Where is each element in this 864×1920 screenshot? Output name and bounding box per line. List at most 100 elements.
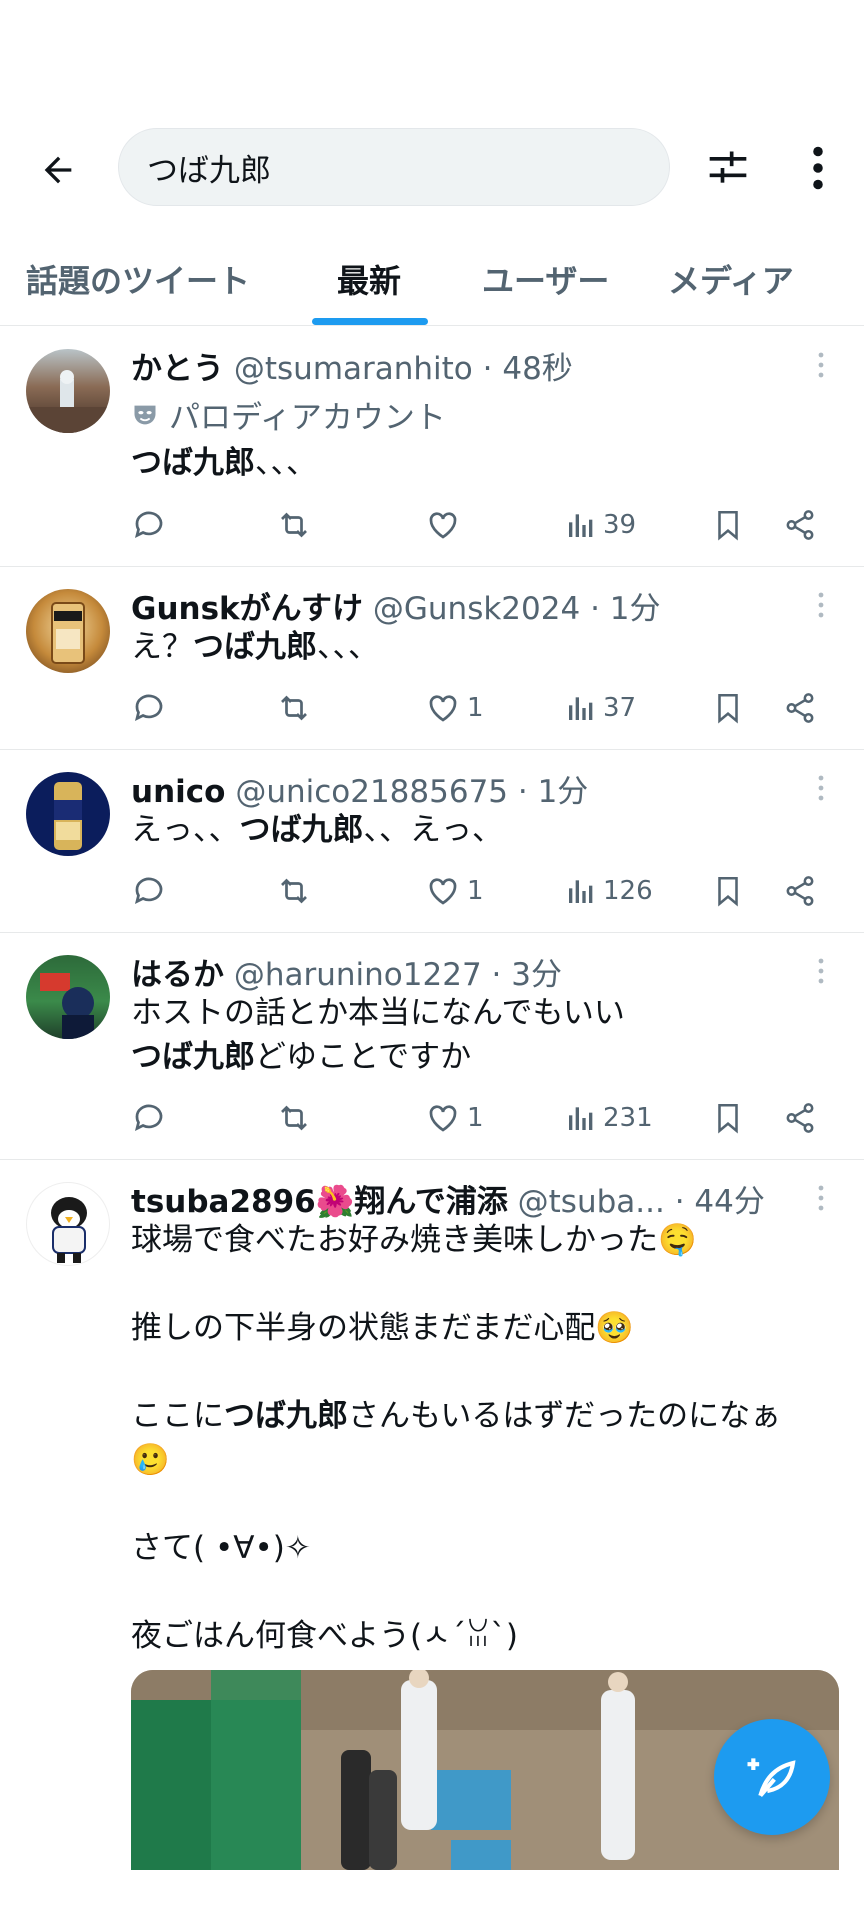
back-button[interactable]	[30, 142, 86, 198]
avatar[interactable]	[26, 955, 110, 1039]
user-handle[interactable]: @Gunsk2024	[373, 591, 580, 627]
retweet-button[interactable]	[275, 869, 313, 913]
bookmark-button[interactable]	[711, 503, 745, 547]
views-button[interactable]: 126	[565, 869, 653, 913]
tweet[interactable]: unico @unico21885675 · 1分 えっ、、つば九郎、、えっ、 …	[0, 750, 864, 933]
search-filter-button[interactable]	[700, 140, 756, 196]
highlighted-keyword: つば九郎	[193, 629, 317, 665]
share-button[interactable]	[783, 1096, 817, 1140]
tweet-more-button[interactable]	[806, 951, 836, 991]
like-button[interactable]: 1	[425, 686, 484, 730]
highlighted-keyword: つば九郎	[224, 1398, 348, 1434]
share-icon	[786, 876, 814, 906]
views-button[interactable]: 37	[565, 686, 636, 730]
view-count: 37	[603, 693, 637, 723]
retweet-button[interactable]	[275, 686, 313, 730]
bookmark-button[interactable]	[711, 1096, 745, 1140]
tweet-text-rest: どゆことですか	[255, 1039, 472, 1075]
share-icon	[786, 693, 814, 723]
bookmark-button[interactable]	[711, 869, 745, 913]
display-name[interactable]: Gunskがんすけ	[131, 591, 363, 627]
tweet-text-before: ここに	[131, 1398, 224, 1434]
reply-button[interactable]	[131, 686, 167, 730]
reply-button[interactable]	[131, 1096, 167, 1140]
more-vertical-icon	[813, 146, 823, 190]
user-handle[interactable]: @tsumaranhito	[234, 351, 473, 387]
tweet[interactable]: かとう @tsumaranhito · 48秒 パロディアカウント つば九郎、、…	[0, 327, 864, 567]
share-button[interactable]	[783, 503, 817, 547]
avatar[interactable]	[26, 349, 110, 433]
share-button[interactable]	[783, 869, 817, 913]
like-button[interactable]: 1	[425, 1096, 484, 1140]
tweet-actions: 39	[131, 503, 831, 547]
display-name[interactable]: かとう	[131, 351, 224, 387]
tweet-text: 球場で食べたお好み焼き美味しかった🤤 推しの下半身の状態まだまだ心配🥹 ここにつ…	[131, 1218, 838, 1658]
tab-top[interactable]: 話題のツイート	[26, 256, 250, 302]
reply-icon	[134, 694, 163, 722]
tweet-text-rest: 、、えっ、	[363, 812, 504, 848]
tweet-emoji: 🥲	[131, 1442, 170, 1478]
reply-icon	[134, 511, 163, 539]
timestamp: · 3分	[491, 957, 562, 993]
tweet-more-button[interactable]	[806, 1178, 836, 1218]
view-count: 231	[603, 1103, 653, 1133]
tweet-text: え？つば九郎、、、	[131, 625, 838, 669]
avatar[interactable]	[26, 772, 110, 856]
user-handle[interactable]: @tsuba...	[518, 1184, 665, 1220]
heart-icon	[429, 512, 457, 539]
views-button[interactable]: 39	[565, 503, 636, 547]
like-button[interactable]	[425, 503, 467, 547]
tweet-more-button[interactable]	[806, 768, 836, 808]
bar-chart-icon	[569, 514, 593, 537]
tweet-text-line: 推しの下半身の状態まだまだ心配🥹	[131, 1310, 634, 1346]
tweet-more-button[interactable]	[806, 585, 836, 625]
tweet[interactable]: Gunskがんすけ @Gunsk2024 · 1分 え？つば九郎、、、 1 37	[0, 567, 864, 750]
mask-icon	[134, 405, 156, 424]
tweet[interactable]: はるか @harunino1227 · 3分 ホストの話とか本当になんでもいい …	[0, 933, 864, 1160]
avatar[interactable]	[26, 1182, 110, 1266]
more-vertical-icon	[818, 775, 824, 801]
bookmark-icon	[718, 510, 738, 541]
search-field[interactable]	[118, 128, 670, 206]
compose-feather-icon	[747, 1758, 796, 1798]
heart-icon	[429, 695, 457, 722]
like-count: 1	[467, 876, 484, 906]
compose-tweet-button[interactable]	[714, 1719, 830, 1835]
tweet-text: ホストの話とか本当になんでもいい つば九郎どゆことですか	[131, 991, 838, 1079]
tab-latest[interactable]: 最新	[337, 256, 401, 302]
tweet-header: はるか @harunino1227 · 3分	[131, 949, 774, 994]
tweet-text-line: 球場で食べたお好み焼き美味しかった🤤	[131, 1222, 697, 1258]
highlighted-keyword: つば九郎	[239, 812, 364, 848]
retweet-button[interactable]	[275, 1096, 313, 1140]
reply-icon	[134, 877, 163, 905]
bookmark-button[interactable]	[711, 686, 745, 730]
bookmark-icon	[718, 1103, 738, 1134]
search-input[interactable]	[147, 149, 627, 185]
timestamp: · 48秒	[482, 351, 573, 387]
views-button[interactable]: 231	[565, 1096, 653, 1140]
more-vertical-icon	[818, 592, 824, 618]
display-name[interactable]: tsuba2896🌺翔んで浦添	[131, 1184, 508, 1220]
tweet-more-button[interactable]	[806, 345, 836, 385]
user-handle[interactable]: @unico21885675	[235, 774, 508, 810]
tab-media[interactable]: メディア	[668, 256, 794, 302]
avatar[interactable]	[26, 589, 110, 673]
search-tabs: 話題のツイート 最新 ユーザー メディア	[0, 240, 864, 326]
view-count: 126	[603, 876, 653, 906]
highlighted-keyword: つば九郎	[131, 1039, 255, 1075]
reply-button[interactable]	[131, 503, 167, 547]
retweet-button[interactable]	[275, 503, 313, 547]
retweet-icon	[281, 512, 307, 538]
reply-button[interactable]	[131, 869, 167, 913]
tab-users[interactable]: ユーザー	[482, 256, 609, 302]
display-name[interactable]: はるか	[131, 957, 224, 993]
display-name[interactable]: unico	[131, 774, 225, 810]
user-handle[interactable]: @harunino1227	[234, 957, 482, 993]
parody-text: パロディアカウント	[169, 400, 446, 436]
bar-chart-icon	[569, 880, 593, 903]
more-options-button[interactable]	[790, 140, 846, 196]
tweet-text-before: え？	[131, 629, 193, 665]
share-button[interactable]	[783, 686, 817, 730]
sliders-icon	[709, 151, 747, 183]
like-button[interactable]: 1	[425, 869, 484, 913]
